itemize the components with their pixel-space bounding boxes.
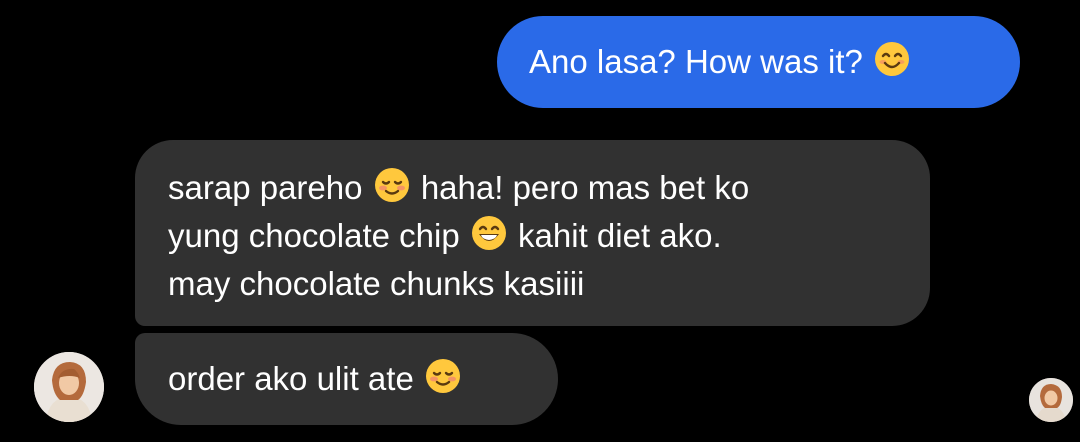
smiling-eyes-emoji-icon (874, 41, 910, 88)
grinning-emoji-icon (471, 215, 507, 262)
contact-avatar[interactable] (34, 352, 104, 422)
incoming-message-bubble[interactable]: order ako ulit ate (135, 333, 558, 425)
outgoing-message-bubble[interactable]: Ano lasa? How was it? (497, 16, 1020, 108)
message-text: Ano lasa? How was it? (529, 43, 863, 80)
message-line: yung chocolate chip kahit diet ako. (168, 214, 906, 262)
message-line: may chocolate chunks kasiiii (168, 262, 906, 306)
message-text: haha! pero mas bet ko (420, 169, 750, 206)
message-text: yung chocolate chip (168, 217, 460, 254)
seen-receipt-avatar (1029, 378, 1073, 422)
message-text: may chocolate chunks kasiiii (168, 265, 585, 302)
message-text: kahit diet ako. (518, 217, 722, 254)
smiling-blush-emoji-icon (374, 167, 410, 214)
incoming-message-bubble[interactable]: sarap pareho haha! pero mas bet ko yung … (135, 140, 930, 326)
message-text: sarap pareho (168, 169, 363, 206)
message-text: order ako ulit ate (168, 360, 414, 397)
smiling-blush-emoji-icon (425, 358, 461, 405)
message-line: sarap pareho haha! pero mas bet ko (168, 166, 906, 214)
